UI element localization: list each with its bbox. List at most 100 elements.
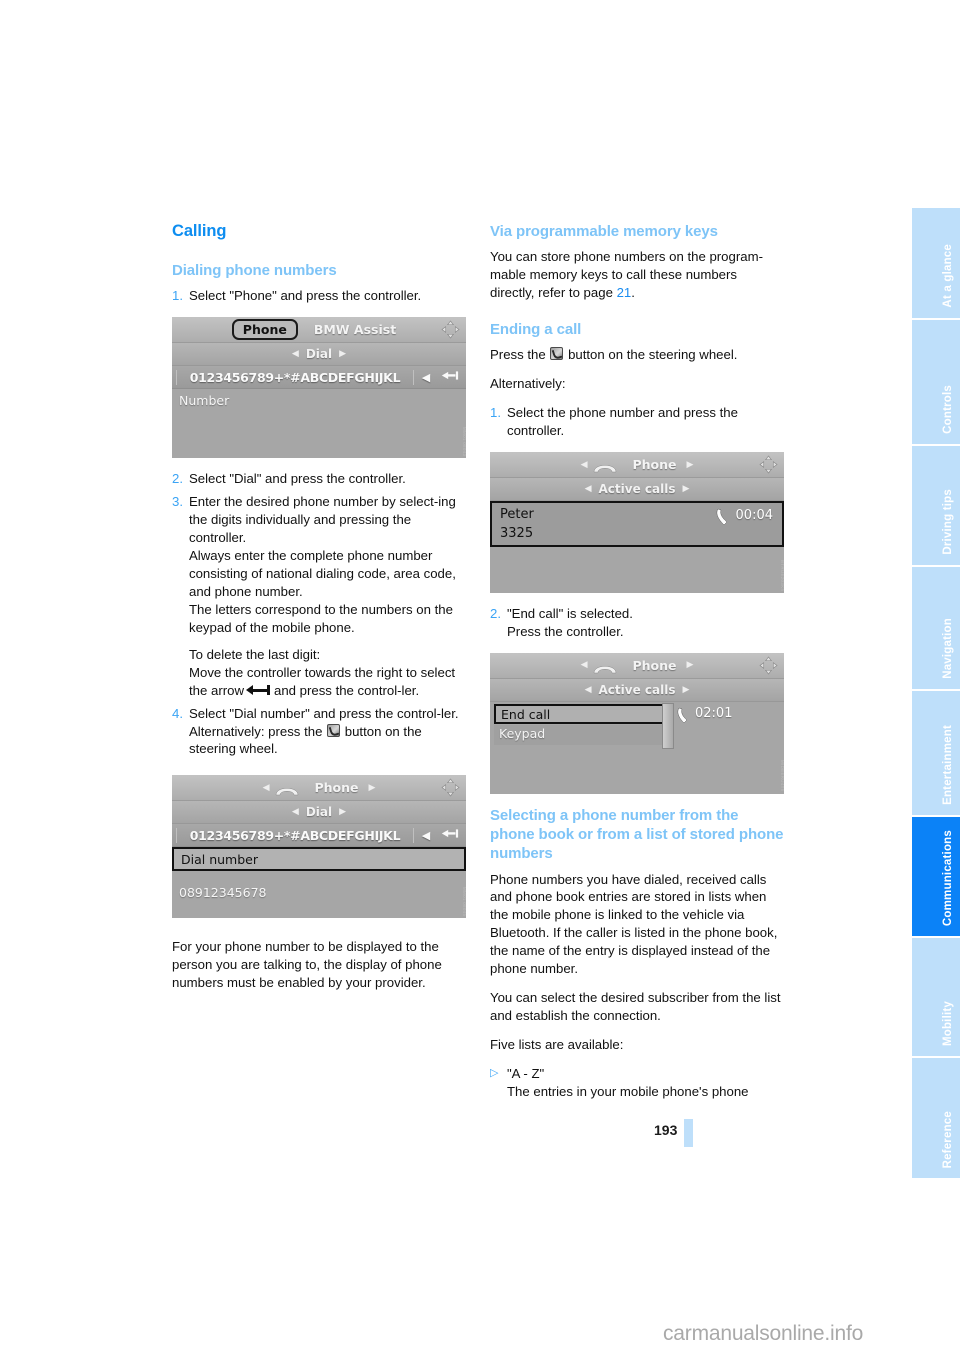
mid-tab-phone[interactable]: Phone (231, 319, 298, 341)
sidebar-item-controls[interactable]: Controls (912, 320, 960, 444)
chevron-right-icon[interactable]: ▶ (682, 685, 689, 695)
mid-tab-bmw-assist[interactable]: BMW Assist (304, 322, 406, 337)
sidebar-item-label: Navigation (942, 618, 954, 679)
active-call-card[interactable]: Peter 3325 00:04 (490, 501, 784, 548)
step-text: Select "Dial number" and press the contr… (189, 705, 466, 759)
sidebar-item-mobility[interactable]: Mobility (912, 938, 960, 1056)
mid-titlebar: ◀ Phone ▶ (172, 775, 466, 802)
mid-titlebar: ◀ Phone ▶ (490, 452, 784, 479)
call-active-handset-icon (715, 508, 730, 526)
sidebar-item-label: Entertainment (942, 725, 954, 805)
chevron-right-icon[interactable]: ▶ (687, 460, 694, 470)
mid-cursor-left-icon[interactable]: ◀ (414, 829, 438, 842)
sidebar-item-communications[interactable]: Communications (912, 817, 960, 936)
list-item-description: The entries in your mobile phone's phone (507, 1084, 749, 1100)
mid-cursor-left-icon[interactable]: ◀ (414, 371, 438, 384)
mid-submenu-active-calls[interactable]: ◀ Active calls ▶ (490, 478, 784, 502)
mid-submenu-label: Active calls (598, 482, 676, 497)
sidebar-item-driving-tips[interactable]: Driving tips (912, 446, 960, 565)
step-text: Enter the desired phone number by select… (189, 493, 466, 699)
phone-handset-icon (592, 458, 618, 473)
step-2-line-1: "End call" is selected. (507, 606, 633, 622)
end-call-list: End call Keypad 02:01 (490, 701, 784, 750)
chevron-right-icon[interactable]: ▶ (687, 660, 694, 670)
sidebar-item-reference[interactable]: Reference (912, 1058, 960, 1178)
mid-character-keys[interactable]: 0123456789+*#ABCDEFGHIJKL (176, 369, 414, 385)
step-3-line-2: Always enter the complete phone number c… (189, 547, 456, 599)
list-item-a-z: ▷ "A - Z" The entries in your mobile pho… (490, 1065, 784, 1101)
mid-backspace-icon[interactable] (438, 828, 462, 842)
mid-submenu-dial[interactable]: ◀ Dial ▶ (172, 801, 466, 825)
figure-id-code: MIDEERU4Th (780, 760, 784, 792)
step-number: 2. (172, 471, 183, 487)
mid-backspace-icon[interactable] (438, 370, 462, 384)
sidebar-item-label: Driving tips (942, 489, 954, 555)
selecting-paragraph-1: Phone numbers you have dialed, received … (490, 871, 778, 977)
triangle-bullet-icon: ▷ (490, 1067, 499, 1080)
page-title: Calling (172, 222, 227, 240)
mid-header-label: Phone (632, 657, 677, 673)
chevron-left-icon[interactable]: ◀ (581, 660, 588, 670)
chevron-left-icon[interactable]: ◀ (263, 783, 270, 793)
step-text: Select "Dial" and press the controller. (189, 471, 406, 487)
sidebar-item-navigation[interactable]: Navigation (912, 567, 960, 689)
right-column: Via programmable memory keys You can sto… (490, 222, 784, 1106)
chevron-left-icon[interactable]: ◀ (292, 349, 299, 359)
steering-wheel-phone-button-icon (550, 347, 564, 361)
chevron-left-icon[interactable]: ◀ (581, 460, 588, 470)
step-1: 1. Select "Phone" and press the controll… (172, 287, 466, 305)
chevron-right-icon[interactable]: ▶ (369, 783, 376, 793)
step-4-line-2-a: Alternatively: press the (189, 723, 323, 739)
backspace-arrow-icon (245, 685, 272, 696)
list-item-title: "A - Z" (507, 1066, 545, 1082)
mid-row-dial-number[interactable]: Dial number (172, 847, 466, 872)
mid-content-area: End call Keypad 02:01 (490, 701, 784, 794)
mid-header-label: Phone (632, 457, 677, 473)
mid-row-end-call[interactable]: End call (494, 703, 664, 724)
mid-navigation-arrows-icon (441, 778, 460, 797)
chevron-left-icon[interactable]: ◀ (292, 807, 299, 817)
memory-keys-paragraph: You can store phone numbers on the progr… (490, 248, 784, 302)
caller-name: Peter (500, 507, 534, 523)
chevron-right-icon[interactable]: ▶ (682, 484, 689, 494)
call-duration: 02:01 (695, 705, 733, 721)
figure-id-code: MM01 08043 (462, 426, 466, 457)
chevron-left-icon[interactable]: ◀ (585, 685, 592, 695)
selecting-paragraph-2: You can select the desired subscriber fr… (490, 990, 781, 1024)
watermark: carmanualsonline.info (663, 1322, 864, 1345)
mid-submenu-label: Dial (305, 805, 333, 820)
step-number: 2. (490, 606, 501, 622)
sidebar-item-label: Communications (942, 829, 954, 926)
ending-call-press-b: button on the steering wheel. (568, 347, 738, 363)
call-duration: 00:04 (735, 508, 773, 524)
sidebar-item-entertainment[interactable]: Entertainment (912, 691, 960, 815)
page-number-bar (684, 1119, 693, 1147)
step-4-line-1: Select "Dial number" and press the contr… (189, 705, 459, 721)
sidebar-item-at-a-glance[interactable]: At a glance (912, 208, 960, 318)
mid-submenu-active-calls[interactable]: ◀ Active calls ▶ (490, 678, 784, 702)
screenshot-dial-entry: Phone BMW Assist ◀ Dial ▶ 0123456789+*#A (172, 317, 466, 459)
ending-call-step-2: 2. "End call" is selected. Press the con… (490, 605, 784, 641)
sidebar-item-label: Controls (942, 385, 954, 434)
screenshot-end-call: ◀ Phone ▶ ◀ Active calls ▶ End call Keyp… (490, 652, 784, 794)
selecting-paragraph-3: Five lists are available: (490, 1037, 624, 1053)
step-3-line-5: Move the controller towards the right to… (189, 664, 466, 700)
closing-paragraph: For your phone number to be displayed to… (172, 939, 442, 991)
step-3-line-1: Enter the desired phone number by select… (189, 494, 456, 545)
step-4-line-2: Alternatively: press the button on the s… (189, 723, 466, 759)
mid-field-number[interactable]: Number (172, 389, 466, 412)
mid-submenu-dial[interactable]: ◀ Dial ▶ (172, 343, 466, 367)
chevron-right-icon[interactable]: ▶ (339, 349, 346, 359)
mid-character-keys[interactable]: 0123456789+*#ABCDEFGHIJKL (176, 827, 414, 843)
mid-row-keypad[interactable]: Keypad (494, 724, 664, 745)
page-reference-link[interactable]: 21 (617, 285, 632, 300)
chapter-tab-strip: At a glance Controls Driving tips Naviga… (912, 208, 960, 1180)
mid-submenu-label: Dial (305, 347, 333, 362)
mid-keypad-row: 0123456789+*#ABCDEFGHIJKL ◀ (172, 366, 466, 390)
chevron-right-icon[interactable]: ▶ (339, 807, 346, 817)
chevron-left-icon[interactable]: ◀ (585, 484, 592, 494)
step-text: "A - Z" The entries in your mobile phone… (507, 1065, 784, 1101)
mid-scrollbar[interactable] (662, 702, 674, 749)
manual-page: Calling Dialing phone numbers 1. Select … (0, 0, 960, 1358)
ending-call-press-paragraph: Press the button on the steering wheel. (490, 346, 784, 364)
